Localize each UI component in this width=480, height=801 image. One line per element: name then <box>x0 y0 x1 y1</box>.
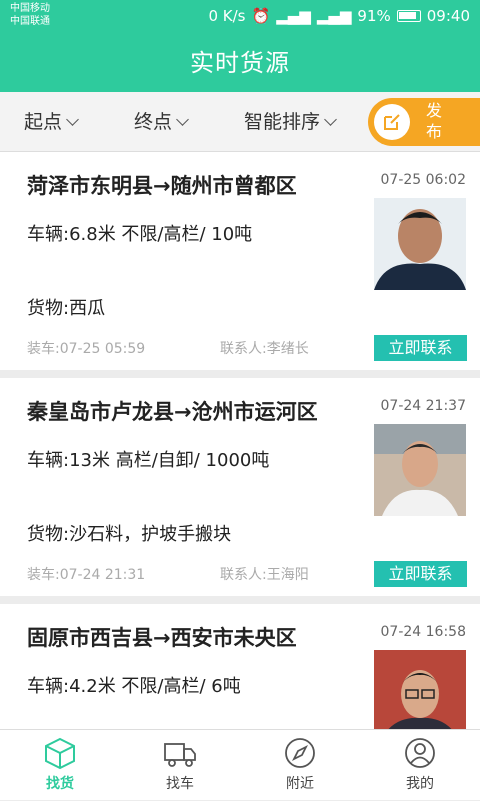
chevron-down-icon <box>324 113 337 126</box>
truck-icon <box>164 743 196 767</box>
route: 固原市西吉县→西安市未央区 <box>27 626 297 650</box>
filter-end[interactable]: 终点 <box>134 92 189 152</box>
signal-icon: ▂▄▆ <box>276 7 311 25</box>
avatar[interactable] <box>374 650 466 729</box>
clock: 09:40 <box>426 7 470 25</box>
filter-start-label: 起点 <box>24 111 63 133</box>
cargo-card[interactable]: 固原市西吉县→西安市未央区 07-24 16:58 车辆:4.2米 不限/高栏/… <box>0 604 480 729</box>
compass-icon <box>285 738 315 768</box>
network-speed: 0 K/s <box>208 7 246 25</box>
status-bar: 中国移动 中国联通 0 K/s ⏰ ▂▄▆ ▂▄▆ 91% 09:40 <box>0 0 480 34</box>
vehicle-info: 车辆:4.2米 不限/高栏/ 6吨 <box>27 676 241 697</box>
route: 秦皇岛市卢龙县→沧州市运河区 <box>27 400 318 424</box>
tab-find-truck[interactable]: 找车 <box>120 730 240 801</box>
carrier-1: 中国移动 <box>10 3 50 14</box>
bottom-tab-bar: 找货 找车 附近 我的 <box>0 729 480 800</box>
carrier-info: 中国移动 中国联通 <box>10 2 50 28</box>
publish-button[interactable]: 发布 <box>368 98 480 146</box>
alarm-icon: ⏰ <box>251 7 271 25</box>
chevron-down-icon <box>176 113 189 126</box>
contact-person: 联系人:王海阳 <box>220 567 309 583</box>
contact-button[interactable]: 立即联系 <box>374 561 467 587</box>
route: 菏泽市东明县→随州市曾都区 <box>27 174 297 198</box>
tab-label: 我的 <box>406 776 434 792</box>
tab-mine[interactable]: 我的 <box>360 730 480 801</box>
page-title: 实时货源 <box>0 34 480 92</box>
post-date: 07-25 06:02 <box>380 172 466 188</box>
signal-icon-2: ▂▄▆ <box>316 7 352 25</box>
battery-level: 91% <box>357 7 391 25</box>
tab-label: 附近 <box>286 776 314 792</box>
vehicle-info: 车辆:6.8米 不限/高栏/ 10吨 <box>27 224 253 245</box>
filter-sort-label: 智能排序 <box>244 111 321 133</box>
tab-find-cargo[interactable]: 找货 <box>0 730 120 801</box>
load-time: 装车:07-24 21:31 <box>27 567 146 583</box>
contact-person: 联系人:李绪长 <box>220 341 309 357</box>
status-right: 0 K/s ⏰ ▂▄▆ ▂▄▆ 91% 09:40 <box>208 7 470 25</box>
goods-info: 货物:沙石料，护坡手搬块 <box>27 524 232 545</box>
load-time: 装车:07-25 05:59 <box>27 341 146 357</box>
edit-icon <box>374 104 410 140</box>
filter-start[interactable]: 起点 <box>24 92 79 152</box>
goods-info: 货物:西瓜 <box>27 298 106 319</box>
avatar[interactable] <box>374 198 466 290</box>
battery-icon <box>396 10 421 22</box>
post-date: 07-24 16:58 <box>380 624 466 640</box>
box-icon <box>45 737 75 770</box>
contact-button[interactable]: 立即联系 <box>374 335 467 361</box>
carrier-2: 中国联通 <box>10 16 50 27</box>
cargo-card[interactable]: 菏泽市东明县→随州市曾都区 07-25 06:02 车辆:6.8米 不限/高栏/… <box>0 152 480 370</box>
post-date: 07-24 21:37 <box>380 398 466 414</box>
cargo-list[interactable]: 菏泽市东明县→随州市曾都区 07-25 06:02 车辆:6.8米 不限/高栏/… <box>0 152 480 729</box>
tab-label: 找车 <box>166 776 194 792</box>
user-icon <box>405 738 435 768</box>
cargo-card[interactable]: 秦皇岛市卢龙县→沧州市运河区 07-24 21:37 车辆:13米 高栏/自卸/… <box>0 378 480 596</box>
filter-end-label: 终点 <box>134 111 173 133</box>
tab-label: 找货 <box>46 776 74 792</box>
avatar[interactable] <box>374 424 466 516</box>
vehicle-info: 车辆:13米 高栏/自卸/ 1000吨 <box>27 450 270 471</box>
filter-sort[interactable]: 智能排序 <box>244 92 337 152</box>
chevron-down-icon <box>66 113 79 126</box>
publish-label: 发布 <box>426 101 443 141</box>
tab-nearby[interactable]: 附近 <box>240 730 360 801</box>
